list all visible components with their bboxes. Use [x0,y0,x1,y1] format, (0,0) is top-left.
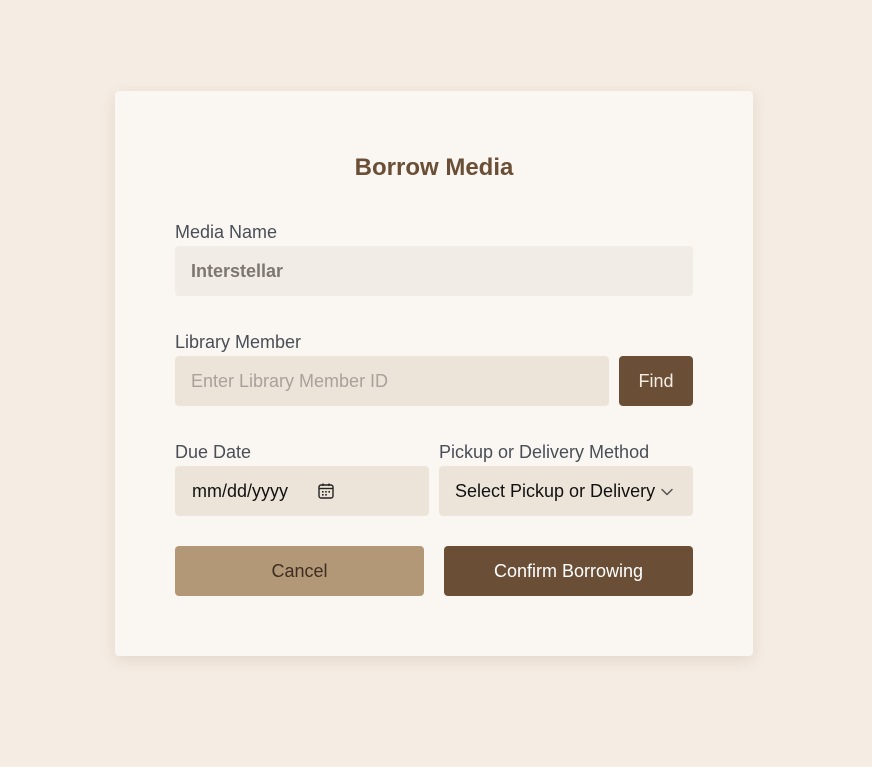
library-member-input[interactable] [175,356,609,406]
media-name-field: Interstellar [175,246,693,296]
due-date-label: Due Date [175,442,252,462]
cancel-button[interactable]: Cancel [175,546,424,596]
pickup-method-selected: Select Pickup or Delivery [455,481,656,501]
calendar-icon[interactable] [317,482,335,500]
pickup-method-label: Pickup or Delivery Method [439,442,650,462]
form-title: Borrow Media [354,154,514,181]
library-member-label: Library Member [175,332,302,352]
due-date-value: mm/dd/yyyy [192,481,289,501]
borrow-media-card: Borrow Media Media Name Interstellar Lib… [115,91,753,656]
confirm-borrowing-button[interactable]: Confirm Borrowing [444,546,693,596]
chevron-down-icon [661,488,673,496]
pickup-method-select[interactable]: Select Pickup or Delivery [439,466,693,516]
media-name-label: Media Name [175,222,278,242]
find-button[interactable]: Find [619,356,693,406]
due-date-input[interactable]: mm/dd/yyyy [175,466,429,516]
